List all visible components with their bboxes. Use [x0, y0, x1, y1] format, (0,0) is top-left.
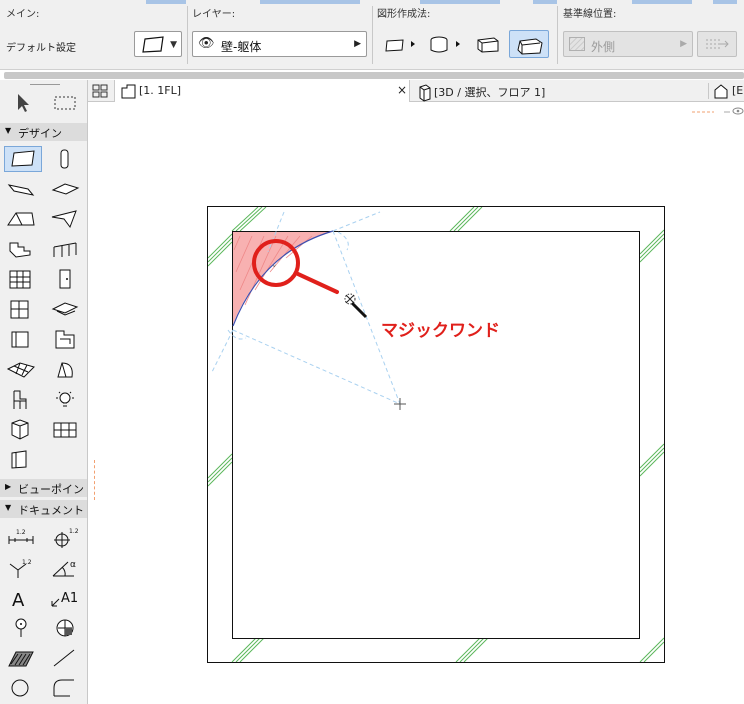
floor-plan-drawing: ˅: [207, 206, 665, 663]
inner-wall: [232, 231, 640, 639]
svg-text:˅: ˅: [272, 265, 277, 275]
archicad-window: メイン: デフォルト設定 ▼ レイヤー: 👁 壁-躯体 ▶ 図形作成法: 基準線…: [0, 0, 744, 704]
magic-wand-annotation: マジックワンド: [381, 321, 500, 341]
